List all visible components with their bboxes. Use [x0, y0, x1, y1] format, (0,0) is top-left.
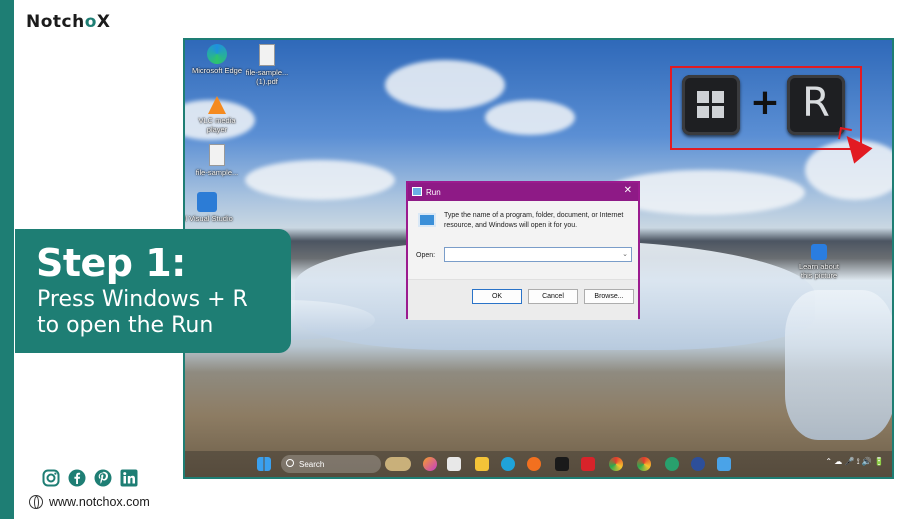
- firefox-icon[interactable]: [527, 457, 541, 471]
- website-text: www.notchox.com: [49, 495, 150, 509]
- app-circle-icon[interactable]: [691, 457, 705, 471]
- pdf-file-icon: [259, 44, 275, 66]
- app-l-icon[interactable]: [581, 457, 595, 471]
- open-label: Open:: [416, 252, 436, 259]
- social-links: [42, 469, 138, 487]
- brand-logo: NotchoX: [26, 12, 111, 32]
- facebook-icon[interactable]: [68, 469, 86, 487]
- widgets-icon[interactable]: [385, 457, 411, 471]
- windows-logo-icon: [697, 91, 725, 119]
- r-key: R: [787, 75, 845, 135]
- step-callout: Step 1: Press Windows + R to open the Ru…: [15, 229, 291, 353]
- chrome-profile-2-icon[interactable]: [665, 457, 679, 471]
- copilot-icon[interactable]: [423, 457, 437, 471]
- shortcut-callout: + R: [670, 66, 862, 150]
- desktop-icon-visual-studio[interactable]: el Visual Studio: [185, 192, 233, 223]
- desktop-icon-file-sample[interactable]: file-sample...: [191, 144, 243, 177]
- start-button[interactable]: [257, 457, 271, 471]
- chevron-down-icon[interactable]: ⌄: [622, 250, 628, 258]
- taskbar-search[interactable]: Search: [281, 455, 381, 473]
- run-button-row: OK Cancel Browse...: [408, 279, 638, 320]
- vlc-cone-icon: [208, 96, 226, 114]
- globe-icon: [29, 495, 43, 509]
- info-camera-icon: [811, 244, 827, 260]
- logo-main: Notch: [26, 12, 85, 32]
- plus-sign: +: [749, 82, 781, 123]
- windows-key: [682, 75, 740, 135]
- file-icon: [209, 144, 225, 166]
- r-key-letter: R: [802, 80, 830, 126]
- store-icon[interactable]: [447, 457, 461, 471]
- logo-x: X: [96, 12, 111, 32]
- desktop-icon-vlc[interactable]: VLC media player: [191, 96, 243, 134]
- search-icon: [286, 459, 294, 467]
- left-accent-bar: [0, 0, 14, 519]
- step-line-1: Press Windows + R: [37, 287, 248, 312]
- browse-button[interactable]: Browse...: [584, 289, 634, 304]
- run-taskbar-icon[interactable]: [717, 457, 731, 471]
- visual-studio-icon: [197, 192, 217, 212]
- logo-o: o: [84, 12, 97, 32]
- run-title-bar[interactable]: Run ✕: [408, 183, 638, 201]
- desktop-icon-edge[interactable]: Microsoft Edge: [191, 44, 243, 75]
- chrome-icon[interactable]: [609, 457, 623, 471]
- ok-button[interactable]: OK: [472, 289, 522, 304]
- pinterest-icon[interactable]: [94, 469, 112, 487]
- close-button[interactable]: ✕: [624, 185, 632, 196]
- netflix-icon[interactable]: [555, 457, 569, 471]
- chrome-profile-icon[interactable]: [637, 457, 651, 471]
- file-explorer-icon[interactable]: [475, 457, 489, 471]
- step-line-2: to open the Run: [37, 313, 214, 338]
- website-link[interactable]: www.notchox.com: [29, 495, 150, 509]
- linkedin-icon[interactable]: [120, 469, 138, 487]
- instagram-icon[interactable]: [42, 469, 60, 487]
- taskbar: Search ⌃ ☁ 🎤 ⟟ 🔊 🔋: [185, 451, 892, 477]
- system-tray[interactable]: ⌃ ☁ 🎤 ⟟ 🔊 🔋: [825, 457, 884, 467]
- run-dialog: Run ✕ Type the name of a program, folder…: [406, 181, 640, 320]
- desktop-icon-learn-picture[interactable]: Learn about this picture: [793, 244, 845, 280]
- edge-icon: [207, 44, 227, 64]
- open-input[interactable]: ⌄: [444, 247, 632, 262]
- run-program-icon: [418, 213, 436, 227]
- step-heading: Step 1:: [36, 241, 186, 285]
- cancel-button[interactable]: Cancel: [528, 289, 578, 304]
- run-description: Type the name of a program, folder, docu…: [444, 212, 624, 229]
- edge-taskbar-icon[interactable]: [501, 457, 515, 471]
- run-title: Run: [426, 187, 441, 197]
- desktop-icon-pdf[interactable]: file-sample... (1).pdf: [241, 44, 293, 86]
- run-icon: [412, 187, 422, 196]
